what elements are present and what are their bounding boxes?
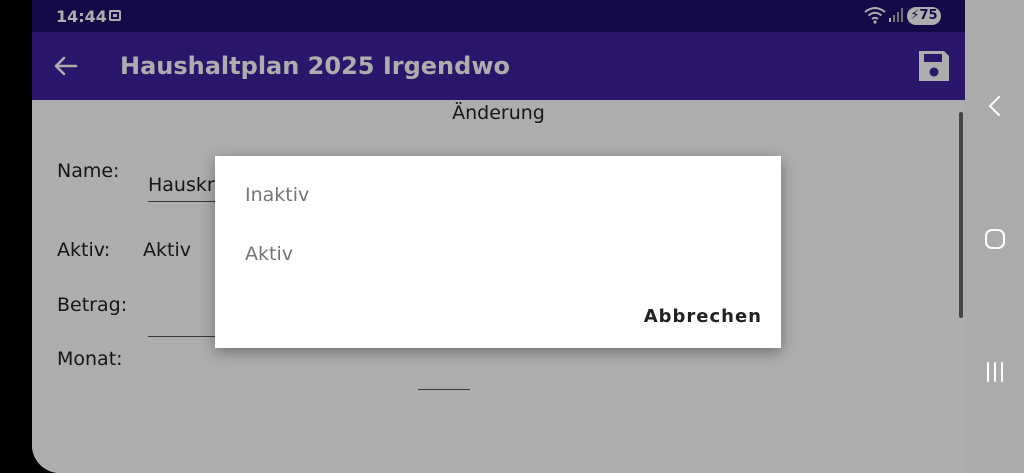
- system-nav-bar: [965, 0, 1024, 473]
- nav-home-icon[interactable]: [983, 227, 1007, 251]
- aktiv-selection-dialog: Inaktiv Aktiv Abbrechen: [215, 156, 781, 348]
- nav-recents-icon[interactable]: [983, 360, 1007, 384]
- option-aktiv[interactable]: Aktiv: [245, 243, 293, 265]
- phone-screen: 14:44 ⚡75 Haushaltplan 2025 Irgendwo Änd…: [32, 0, 965, 473]
- cancel-button[interactable]: Abbrechen: [644, 306, 762, 327]
- nav-back-icon[interactable]: [983, 94, 1007, 118]
- option-inaktiv[interactable]: Inaktiv: [245, 184, 309, 206]
